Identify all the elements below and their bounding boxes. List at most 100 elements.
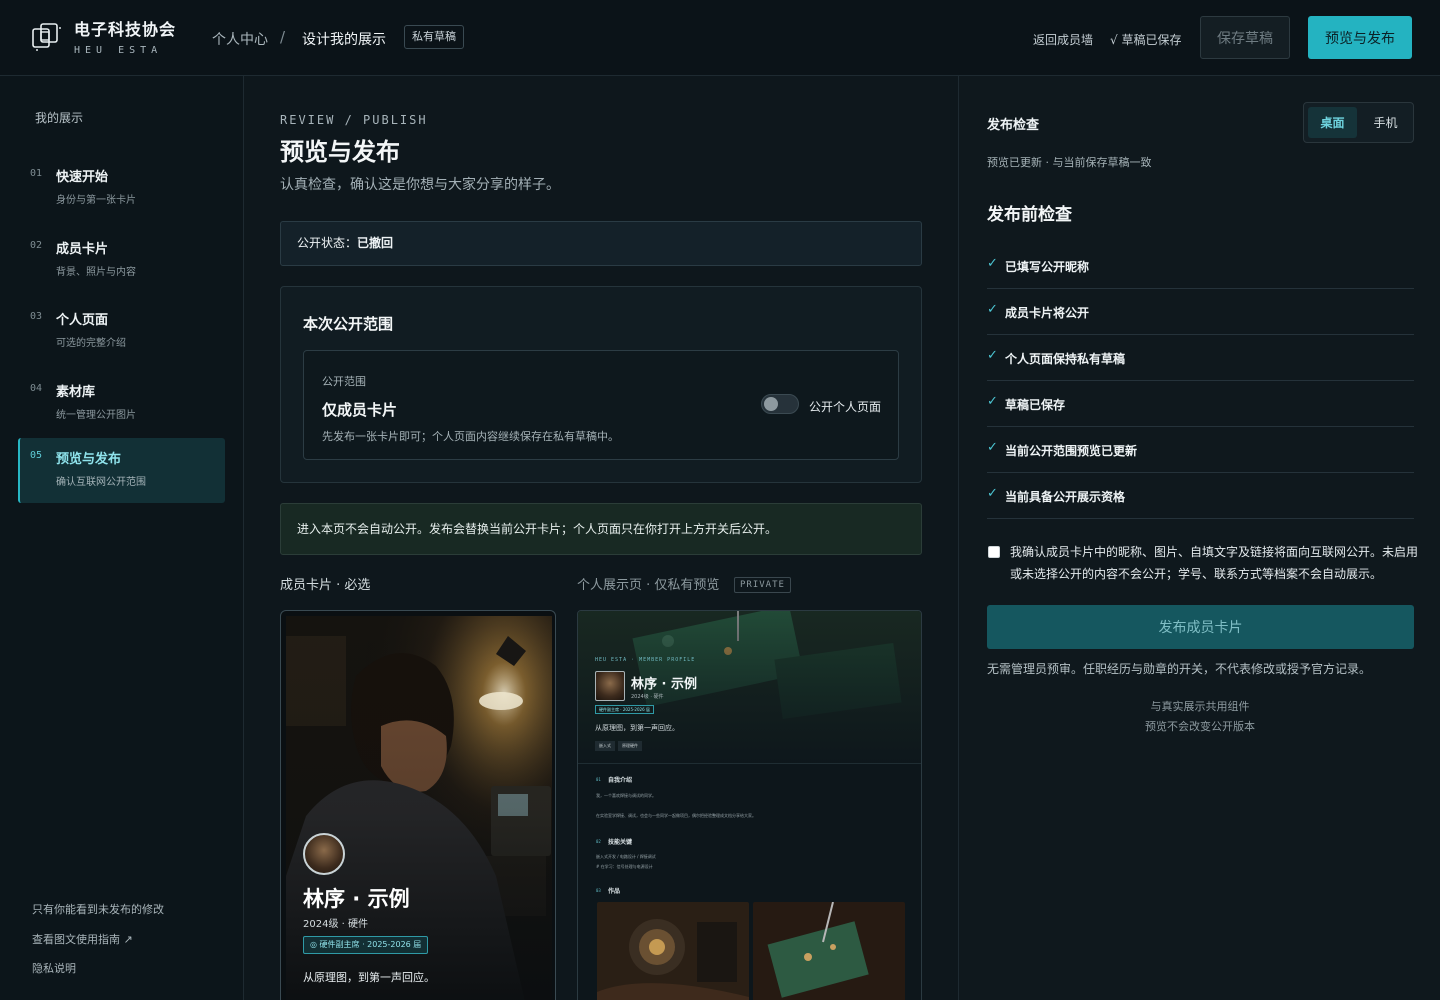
page-eyebrow: REVIEW / PUBLISH xyxy=(280,113,428,127)
panel-title: 发布检查 xyxy=(987,118,1040,133)
main-content: REVIEW / PUBLISH 预览与发布 认真检查，确认这是你想与大家分享的… xyxy=(244,76,958,1000)
scope-value: 仅成员卡片 xyxy=(322,401,398,419)
section-number: 03 xyxy=(596,888,601,893)
publish-note: 无需管理员预审。任职经历与勋章的开关，不代表修改或授予官方记录。 xyxy=(987,662,1372,676)
sidebar-item-description: 背景、照片与内容 xyxy=(56,267,136,278)
check-icon: ✓ xyxy=(987,348,998,363)
checklist-item-label: 当前公开范围预览已更新 xyxy=(1005,444,1138,458)
publish-check-panel: 发布检查 桌面 手机 预览已更新 · 与当前保存草稿一致 发布前检查 ✓ 已填写… xyxy=(958,76,1440,1000)
personal-page-preview: HEU ESTA · MEMBER PROFILE 林序 · 示例 2024级 … xyxy=(577,610,922,1000)
private-draft-badge: 私有草稿 xyxy=(404,25,464,49)
scope-description: 先发布一张卡片即可；个人页面内容继续保存在私有草稿中。 xyxy=(322,430,619,443)
check-icon: ✓ xyxy=(987,256,998,271)
publish-scope-card: 本次公开范围 公开范围 仅成员卡片 先发布一张卡片即可；个人页面内容继续保存在私… xyxy=(280,286,922,483)
breadcrumb-current-page: 设计我的展示 xyxy=(302,32,386,48)
section-line: # 在学习：信号处理与电源设计 xyxy=(596,864,653,869)
unpublished-visibility-note: 只有你能看到未发布的修改 xyxy=(32,903,164,916)
preview-status: 预览已更新 · 与当前保存草稿一致 xyxy=(987,156,1152,169)
member-card-heading: 成员卡片 · 必选 xyxy=(280,578,371,593)
back-to-member-wall-link[interactable]: 返回成员墙 xyxy=(1033,31,1093,48)
work-image xyxy=(753,902,905,1000)
page-subtitle: 认真检查，确认这是你想与大家分享的样子。 xyxy=(280,177,560,193)
sidebar-item-label: 快速开始 xyxy=(56,170,109,185)
page-title: 预览与发布 xyxy=(280,138,400,166)
member-motto: 从原理图，到第一声回应。 xyxy=(303,971,435,984)
sidebar-item-asset-library[interactable]: 04 素材库 统一管理公开图片 xyxy=(18,371,225,435)
toggle-knob xyxy=(764,397,778,411)
work-image xyxy=(597,902,749,1000)
page-tag: 原理硬件 xyxy=(618,741,642,751)
top-header: 电子科技协会 HEU ESTA 个人中心 / 设计我的展示 私有草稿 返回成员墙… xyxy=(0,0,1440,76)
sidebar-item-description: 统一管理公开图片 xyxy=(56,410,136,421)
personal-page-heading: 个人展示页 · 仅私有预览 xyxy=(577,578,720,593)
member-avatar xyxy=(303,833,345,875)
section-line: 嵌入式开发 / 电路设计 / 焊接调试 xyxy=(596,854,656,859)
preview-safety-note: 预览不会改变公开版本 xyxy=(1145,720,1255,733)
checklist-item-label: 个人页面保持私有草稿 xyxy=(1005,352,1126,366)
sidebar-item-personal-page[interactable]: 03 个人页面 可选的完整介绍 xyxy=(18,299,225,363)
check-icon: ✓ xyxy=(987,302,998,317)
page-meta: 2024级 · 硬件 xyxy=(631,694,664,700)
page-motto: 从原理图，到第一声回应。 xyxy=(595,724,679,732)
page-name: 林序 · 示例 xyxy=(631,677,697,692)
checklist-item-label: 已填写公开昵称 xyxy=(1005,260,1090,274)
section-line: 在实验室学焊接、调试，也会与一些同学一起做项目，偶尔把经验整理成文档分享给大家。 xyxy=(596,813,756,818)
section-number: 02 xyxy=(596,839,601,844)
breadcrumb-separator: / xyxy=(280,28,286,46)
confirm-public-text[interactable]: 我确认成员卡片中的昵称、图片、自填文字及链接将面向互联网公开。未启用或未选择公开… xyxy=(1010,541,1420,585)
member-card-preview: 林序 · 示例 2024级 · 硬件 ◎ 硬件副主席 · 2025-2026 届… xyxy=(280,610,556,1000)
scope-card-title: 本次公开范围 xyxy=(303,315,394,333)
page-role-badge: 硬件副主席 · 2025-2026 届 xyxy=(595,705,654,714)
scope-label: 公开范围 xyxy=(322,375,366,388)
section-title: 作品 xyxy=(608,888,621,895)
sidebar-item-member-card[interactable]: 02 成员卡片 背景、照片与内容 xyxy=(18,228,225,292)
sidebar-item-description: 身份与第一张卡片 xyxy=(56,195,136,206)
privacy-link[interactable]: 隐私说明 xyxy=(32,960,76,976)
step-number: 01 xyxy=(30,168,43,179)
publish-notice: 进入本页不会自动公开。发布会替换当前公开卡片；个人页面只在你打开上方开关后公开。 xyxy=(280,503,922,555)
check-icon: ✓ xyxy=(987,394,998,409)
checklist-item: ✓ 草稿已保存 xyxy=(987,381,1414,427)
public-page-toggle[interactable] xyxy=(761,394,799,414)
public-status-label: 公开状态： xyxy=(297,236,358,250)
sidebar-item-label: 个人页面 xyxy=(56,313,109,328)
sidebar: 我的展示 01 快速开始 身份与第一张卡片 02 成员卡片 背景、照片与内容 0… xyxy=(0,76,244,1000)
section-title: 自我介绍 xyxy=(608,777,633,784)
step-number: 02 xyxy=(30,240,43,251)
usage-guide-link[interactable]: 查看图文使用指南 ↗ xyxy=(32,931,133,947)
shared-component-note: 与真实展示共用组件 xyxy=(1150,700,1250,713)
check-icon: ✓ xyxy=(987,440,998,455)
member-meta: 2024级 · 硬件 xyxy=(303,919,368,930)
section-divider xyxy=(578,763,921,764)
publish-member-card-button[interactable]: 发布成员卡片 xyxy=(987,605,1414,649)
private-tag: PRIVATE xyxy=(734,577,791,593)
sidebar-item-preview-publish[interactable]: 05 预览与发布 确认互联网公开范围 xyxy=(18,438,225,503)
checklist-item: ✓ 当前具备公开展示资格 xyxy=(987,473,1414,519)
sidebar-item-quick-start[interactable]: 01 快速开始 身份与第一张卡片 xyxy=(18,156,225,220)
page-tag: 嵌入式 xyxy=(595,741,615,751)
checklist-item-label: 草稿已保存 xyxy=(1005,398,1066,412)
checklist-item: ✓ 已填写公开昵称 xyxy=(987,243,1414,289)
public-page-toggle-label[interactable]: 公开个人页面 xyxy=(809,398,881,415)
mobile-view-tab[interactable]: 手机 xyxy=(1361,107,1410,138)
member-name: 林序 · 示例 xyxy=(303,887,410,911)
checklist-title: 发布前检查 xyxy=(987,205,1072,225)
checklist-item: ✓ 成员卡片将公开 xyxy=(987,289,1414,335)
scope-option-panel: 公开范围 仅成员卡片 先发布一张卡片即可；个人页面内容继续保存在私有草稿中。 公… xyxy=(303,350,899,460)
public-status-box: 公开状态：已撤回 xyxy=(280,221,922,266)
section-title: 技能关键 xyxy=(608,839,633,846)
desktop-view-tab[interactable]: 桌面 xyxy=(1308,107,1357,138)
step-number: 03 xyxy=(30,311,43,322)
sidebar-item-description: 可选的完整介绍 xyxy=(56,338,126,349)
section-line: 我，一个喜欢焊接与调试的同学。 xyxy=(596,793,656,798)
breadcrumb-personal-center[interactable]: 个人中心 xyxy=(212,29,268,49)
preview-publish-button[interactable]: 预览与发布 xyxy=(1308,16,1412,59)
brand-name: 电子科技协会 xyxy=(74,20,177,39)
step-number: 05 xyxy=(30,450,43,461)
save-draft-button[interactable]: 保存草稿 xyxy=(1200,16,1290,59)
sidebar-item-label: 素材库 xyxy=(56,385,96,400)
sidebar-title: 我的展示 xyxy=(35,111,84,125)
sidebar-item-label: 预览与发布 xyxy=(56,452,122,467)
confirm-public-checkbox[interactable] xyxy=(988,546,1000,558)
checklist-item-label: 当前具备公开展示资格 xyxy=(1005,490,1126,504)
